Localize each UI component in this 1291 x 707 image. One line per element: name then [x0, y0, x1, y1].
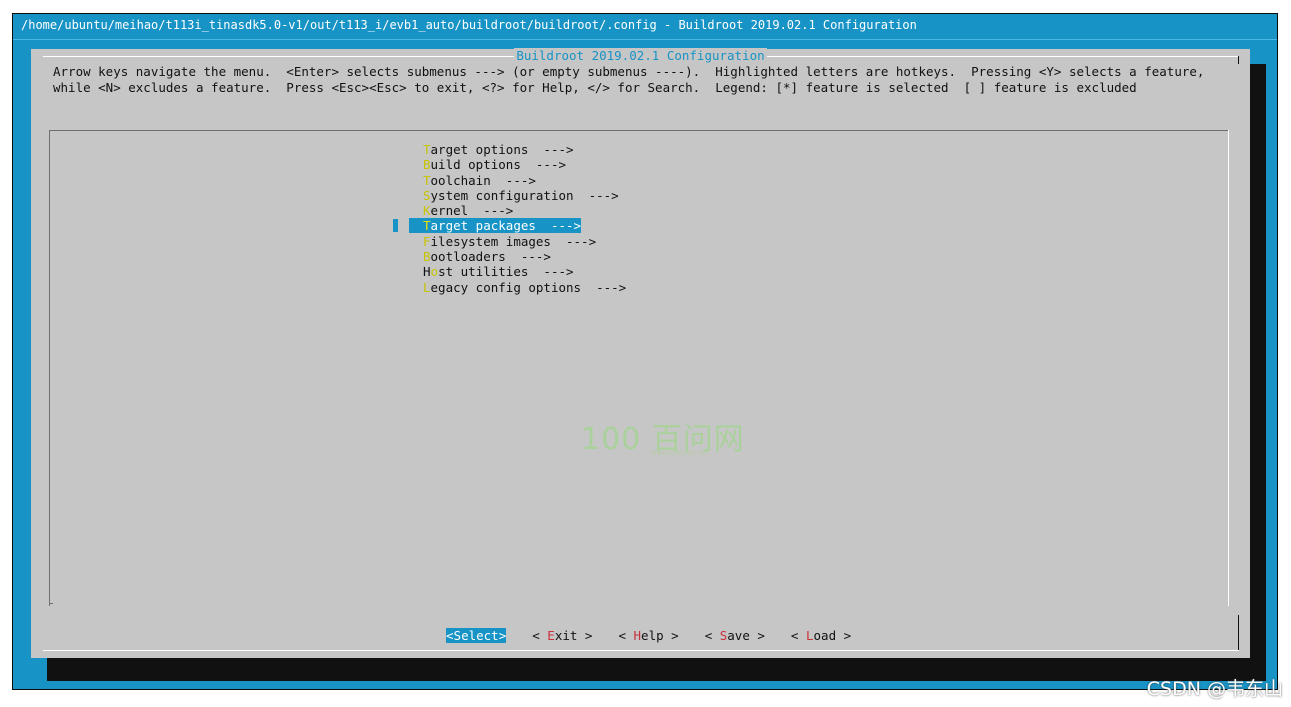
bottom-shadow-band: [47, 673, 1266, 681]
menu-item-host-utilities[interactable]: Host utilities --->: [423, 264, 626, 279]
dialog-border-bottom: [43, 650, 1239, 651]
dialog-title-text: Buildroot 2019.02.1 Configuration: [514, 48, 767, 63]
menu-item-label: arget options --->: [430, 142, 574, 157]
button-bracket: <: [790, 628, 806, 643]
hotkey: L: [423, 279, 431, 295]
menu-box-border-top: [49, 130, 1229, 131]
title-rule: [13, 39, 1277, 40]
menu-item-label: st utilities --->: [438, 264, 574, 280]
menu-item-label: arget packages --->: [430, 218, 582, 234]
menu-box-border-bottom: [49, 603, 53, 604]
dialog-border-right-bottom: [1238, 615, 1239, 651]
dialog-title: Buildroot 2019.02.1 Configuration: [31, 48, 1250, 63]
menu-item-prefix: H: [423, 264, 431, 280]
help-button[interactable]: < Help >: [618, 628, 678, 643]
button-bracket: <: [704, 628, 720, 643]
terminal-window: /home/ubuntu/meihao/t113i_tinasdk5.0-v1/…: [12, 13, 1278, 690]
menu-item-label: ilesystem images --->: [430, 233, 597, 249]
hotkey: S: [423, 187, 431, 203]
menu-item-label: ystem configuration --->: [430, 187, 619, 203]
menu-item-label: ernel --->: [430, 203, 514, 219]
menu-item-system-configuration[interactable]: System configuration --->: [423, 188, 626, 203]
hotkey: T: [423, 218, 431, 234]
menu-box: Target options ---> Build options ---> T…: [49, 130, 1229, 606]
help-line-2: while <N> excludes a feature. Press <Esc…: [53, 79, 1137, 95]
button-label: elect>: [461, 628, 507, 643]
menu-item-label: egacy config options --->: [430, 279, 627, 295]
hotkey: E: [547, 628, 555, 643]
hotkey: o: [430, 264, 439, 280]
button-label: elp >: [641, 628, 679, 643]
hotkey: T: [423, 172, 431, 188]
hotkey: K: [423, 203, 431, 219]
menu-item-kernel[interactable]: Kernel --->: [423, 203, 626, 218]
hotkey: B: [423, 249, 431, 265]
menu-item-label: ootloaders --->: [430, 249, 551, 265]
hotkey: H: [633, 628, 642, 643]
menu-item-toolchain[interactable]: Toolchain --->: [423, 173, 626, 188]
exit-button[interactable]: < Exit >: [532, 628, 592, 643]
button-bracket: <: [446, 628, 454, 643]
menu-item-build-options[interactable]: Build options --->: [423, 157, 626, 172]
button-label: ave >: [727, 628, 765, 643]
csdn-credit-watermark: CSDN @韦东山: [1146, 678, 1283, 700]
hotkey: L: [805, 628, 814, 643]
menu-item-legacy-config-options[interactable]: Legacy config options --->: [423, 280, 626, 295]
window-title: /home/ubuntu/meihao/t113i_tinasdk5.0-v1/…: [21, 18, 917, 32]
menu-item-target-packages[interactable]: Target packages --->: [393, 218, 626, 234]
watermark-url: www.100ask.net: [651, 449, 709, 457]
help-line-1: Arrow keys navigate the menu. <Enter> se…: [53, 64, 1205, 79]
button-bracket: <: [532, 628, 548, 643]
watermark: 100 百问网 www.100ask.net: [581, 414, 745, 458]
save-button[interactable]: < Save >: [705, 628, 765, 643]
menuconfig-dialog: Buildroot 2019.02.1 Configuration Arrow …: [31, 48, 1250, 658]
hotkey: T: [423, 142, 431, 157]
menu-item-bootloaders[interactable]: Bootloaders --->: [423, 249, 626, 264]
hotkey: F: [423, 233, 431, 249]
load-button[interactable]: < Load >: [791, 628, 851, 643]
menu-box-border-right: [1228, 130, 1229, 606]
button-bracket: <: [618, 628, 634, 643]
help-text: Arrow keys navigate the menu. <Enter> se…: [53, 64, 1204, 95]
menu-item-label: oolchain --->: [430, 172, 536, 188]
menu-item-label: uild options --->: [430, 157, 566, 173]
button-label: oad >: [813, 628, 852, 643]
cursor-block: [393, 219, 398, 233]
hotkey: B: [423, 157, 431, 173]
selection-bar-lead: [409, 218, 423, 234]
menu-list: Target options ---> Build options ---> T…: [393, 142, 626, 295]
button-bar: <Select> < Exit > < Help > < Save > < Load >: [446, 628, 877, 643]
menu-box-border-left: [49, 130, 50, 606]
hotkey: S: [453, 628, 462, 643]
button-label: xit >: [554, 628, 593, 643]
menu-item-target-options[interactable]: Target options --->: [423, 142, 626, 157]
select-button[interactable]: <Select>: [446, 628, 507, 643]
menu-item-filesystem-images[interactable]: Filesystem images --->: [423, 234, 626, 249]
